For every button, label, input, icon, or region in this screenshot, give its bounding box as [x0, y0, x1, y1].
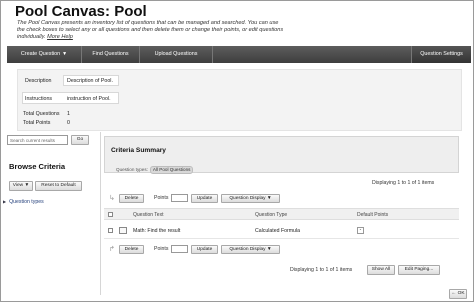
- total-points-value: 0: [67, 120, 70, 126]
- total-points-label: Total Points: [23, 120, 51, 126]
- question-types-filter-label: Question types:: [116, 167, 148, 172]
- update-button[interactable]: Update: [191, 245, 218, 254]
- create-question-label: Create Question: [20, 51, 61, 57]
- points-label: Points: [154, 246, 169, 252]
- instructions-label: Instructions: [25, 96, 53, 102]
- question-types-filter-value: All Pool Questions: [149, 166, 194, 174]
- search-input[interactable]: Search current results: [7, 135, 68, 145]
- delete-button[interactable]: Delete: [119, 194, 144, 203]
- displaying-count-bottom: Displaying 1 to 1 of 1 items: [290, 267, 353, 273]
- total-questions-label: Total Questions: [23, 111, 60, 117]
- description-value-box: Description of Pool.: [63, 75, 119, 86]
- criteria-summary-title: Criteria Summary: [111, 147, 166, 154]
- arrow-up-icon: ↱: [109, 246, 115, 253]
- row-checkbox[interactable]: [108, 228, 113, 233]
- question-display-label: Question Display: [229, 196, 266, 201]
- question-settings-button[interactable]: Question Settings: [411, 46, 471, 63]
- pool-canvas-page: Pool Canvas: Pool The Pool Canvas presen…: [0, 0, 474, 302]
- select-all-checkbox[interactable]: [108, 212, 113, 217]
- points-input[interactable]: [171, 245, 188, 253]
- column-header-question-type[interactable]: Question Type: [255, 212, 287, 218]
- question-display-button[interactable]: Question Display ▼: [221, 245, 280, 254]
- displaying-count-top: Displaying 1 to 1 of 1 items: [372, 180, 435, 186]
- question-types-link[interactable]: ▶ Question types: [3, 199, 44, 205]
- description-label: Description: [25, 78, 52, 84]
- question-types-label: Question types: [9, 199, 44, 205]
- total-questions-value: 1: [67, 111, 70, 117]
- list-toolbar-top: ↳ Delete Points Update Question Display …: [104, 192, 459, 204]
- chevron-right-icon: ▶: [3, 199, 7, 204]
- question-options-icon[interactable]: [119, 227, 127, 234]
- reset-to-default-button[interactable]: Reset to Default: [35, 181, 82, 191]
- points-input[interactable]: [171, 194, 188, 202]
- list-toolbar-bottom: ↱ Delete Points Update Question Display …: [104, 243, 459, 255]
- ok-button[interactable]: ← OK: [449, 289, 467, 299]
- table-row: Math: Find the result Calculated Formula…: [104, 223, 459, 239]
- chevron-down-icon: ▼: [266, 247, 272, 252]
- default-points-cell: -: [357, 227, 364, 234]
- question-type-cell: Calculated Formula: [255, 228, 300, 234]
- view-button[interactable]: View ▼: [9, 181, 33, 191]
- points-label: Points: [154, 195, 169, 201]
- go-button[interactable]: Go: [71, 135, 89, 145]
- main-content: Criteria Summary Question types: All Pool…: [102, 132, 465, 295]
- question-text-cell[interactable]: Math: Find the result: [133, 228, 180, 234]
- upload-questions-button[interactable]: Upload Questions: [140, 46, 213, 63]
- find-questions-button[interactable]: Find Questions: [82, 46, 140, 63]
- page-title: Pool Canvas: Pool: [15, 3, 147, 20]
- browse-sidebar: Search current results Go Browse Criteri…: [7, 132, 101, 295]
- pool-summary: Description Description of Pool. Instruc…: [17, 69, 462, 131]
- question-display-button[interactable]: Question Display ▼: [221, 194, 280, 203]
- question-types-filter: Question types: All Pool Questions: [116, 166, 194, 174]
- ok-label: OK: [457, 291, 465, 296]
- table-header: Question Text Question Type Default Poin…: [104, 208, 459, 220]
- question-display-label: Question Display: [229, 247, 266, 252]
- instructions-box: Instructions instruction of Pool.: [22, 92, 119, 104]
- show-all-button[interactable]: Show All: [367, 265, 395, 275]
- column-header-question-text[interactable]: Question Text: [133, 212, 163, 218]
- chevron-down-icon: ▼: [266, 196, 272, 201]
- chevron-down-icon: ▼: [62, 51, 68, 57]
- action-bar: Create Question ▼ Find Questions Upload Q…: [7, 46, 471, 63]
- column-header-default-points[interactable]: Default Points: [357, 212, 388, 218]
- more-help-link[interactable]: More Help: [47, 34, 73, 40]
- delete-button[interactable]: Delete: [119, 245, 144, 254]
- chevron-down-icon: ▼: [24, 183, 30, 188]
- browse-criteria-title: Browse Criteria: [9, 162, 66, 171]
- edit-paging-button[interactable]: Edit Paging...: [398, 265, 440, 275]
- arrow-left-icon: ←: [451, 291, 457, 296]
- view-label: View: [12, 183, 24, 188]
- instructions-value: instruction of Pool.: [67, 96, 111, 102]
- criteria-summary: Criteria Summary Question types: All Pool…: [104, 136, 459, 174]
- page-description: The Pool Canvas presents an inventory li…: [17, 20, 287, 41]
- arrow-down-icon: ↳: [109, 195, 115, 202]
- update-button[interactable]: Update: [191, 194, 218, 203]
- create-question-button[interactable]: Create Question ▼: [7, 46, 82, 63]
- description-value: Description of Pool.: [67, 78, 113, 84]
